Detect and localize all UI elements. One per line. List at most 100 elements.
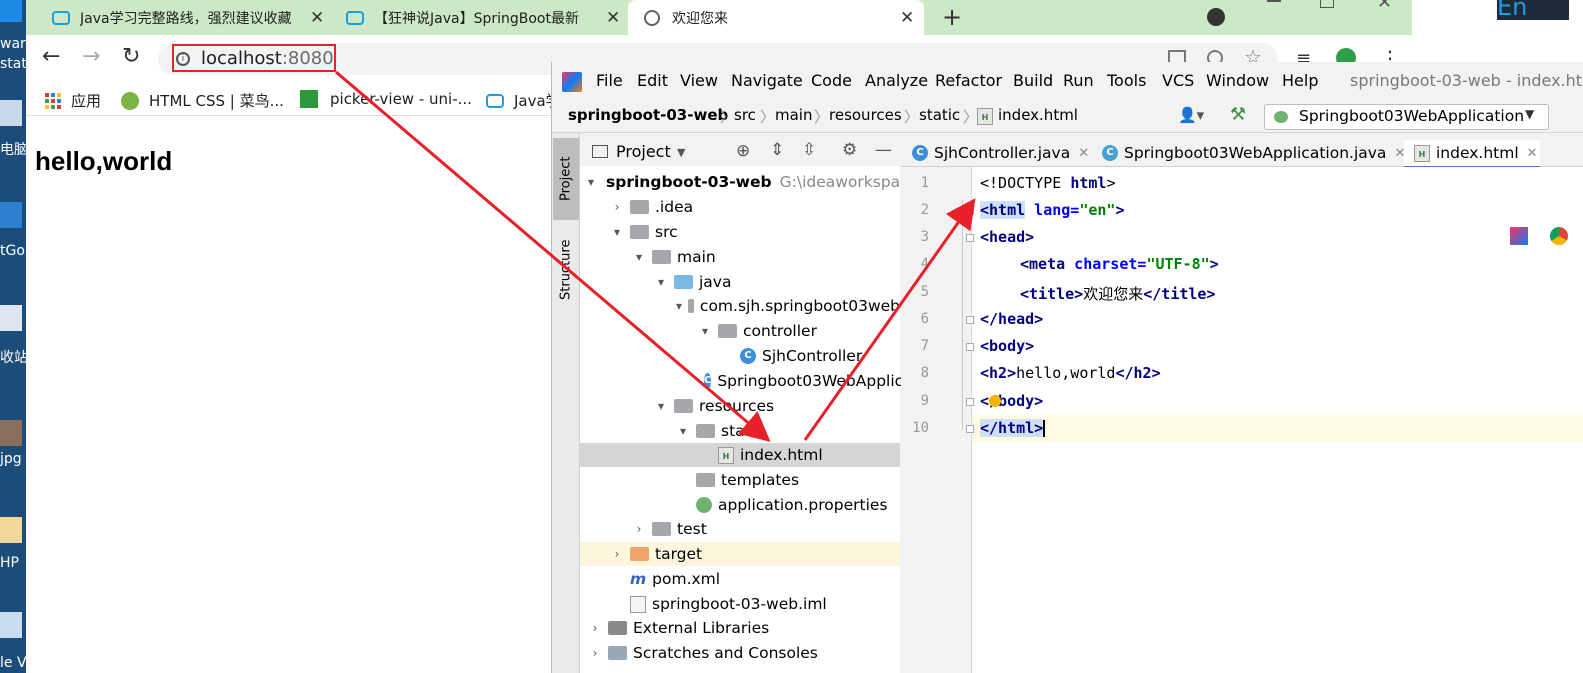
close-icon[interactable]: ✕: [606, 8, 620, 28]
breadcrumb-main[interactable]: main: [775, 106, 812, 124]
project-panel-title[interactable]: Project: [616, 142, 671, 161]
tree-item[interactable]: ▾ java: [580, 270, 900, 294]
tree-item[interactable]: Hindex.html: [580, 443, 900, 467]
breadcrumb-resources[interactable]: resources: [829, 106, 902, 124]
intellij-preview-icon[interactable]: [1510, 227, 1528, 245]
tab-search-icon[interactable]: [1207, 8, 1225, 26]
tree-item[interactable]: ▾ src: [580, 220, 900, 244]
menu-tools[interactable]: Tools: [1107, 71, 1146, 90]
image-file-icon[interactable]: [0, 420, 22, 446]
chevron-down-icon[interactable]: ▼: [1525, 107, 1534, 121]
browser-tab[interactable]: Java学习完整路线，强烈建议收藏 ✕: [52, 0, 330, 35]
fold-marker[interactable]: [966, 207, 974, 215]
breadcrumb-static[interactable]: static: [919, 106, 960, 124]
tree-item[interactable]: m pom.xml: [580, 567, 900, 591]
maximize-icon[interactable]: [1320, 0, 1334, 8]
reload-icon[interactable]: ↻: [122, 44, 140, 69]
fold-marker[interactable]: [966, 398, 974, 406]
breadcrumb-file[interactable]: index.html: [998, 106, 1078, 124]
menu-file[interactable]: File: [596, 71, 623, 90]
tree-item[interactable]: ▾ controller: [580, 319, 900, 343]
expand-arrow-icon[interactable]: ▾: [588, 175, 594, 189]
expand-arrow-icon[interactable]: ▾: [654, 399, 668, 413]
computer-icon[interactable]: [0, 100, 22, 126]
forward-icon[interactable]: →: [82, 44, 100, 69]
tree-item[interactable]: springboot-03-web.iml: [580, 592, 900, 616]
menu-analyze[interactable]: Analyze: [865, 71, 928, 90]
recycle-bin-icon[interactable]: [0, 305, 22, 331]
bookmark-runoob[interactable]: HTML CSS | 菜鸟...: [121, 90, 284, 111]
chevron-down-icon[interactable]: ▼: [677, 146, 685, 159]
expand-arrow-icon[interactable]: ›: [588, 646, 602, 660]
close-icon[interactable]: ✕: [1527, 146, 1538, 161]
tree-item[interactable]: › test: [580, 517, 900, 541]
minimize-icon[interactable]: [1267, 0, 1281, 2]
fold-marker[interactable]: [966, 343, 974, 351]
expand-arrow-icon[interactable]: ▾: [676, 424, 690, 438]
expand-arrow-icon[interactable]: ▾: [632, 250, 646, 264]
tree-item[interactable]: › target: [580, 542, 900, 566]
box-app-icon[interactable]: [0, 612, 22, 638]
expand-arrow-icon[interactable]: ▾: [654, 275, 668, 289]
fold-marker[interactable]: [966, 316, 974, 324]
bookmark-java[interactable]: Java学: [486, 90, 561, 111]
bookmark-uniapp[interactable]: picker-view - uni-...: [300, 90, 472, 108]
expand-arrow-icon[interactable]: ›: [610, 200, 624, 214]
menu-navigate[interactable]: Navigate: [731, 71, 803, 90]
expand-arrow-icon[interactable]: ›: [610, 547, 624, 561]
editor-tab-active[interactable]: H index.html ✕: [1404, 140, 1540, 169]
expand-arrow-icon[interactable]: ›: [588, 621, 602, 635]
close-icon[interactable]: ✕: [1078, 146, 1089, 161]
close-icon[interactable]: ✕: [310, 8, 324, 28]
expand-arrow-icon[interactable]: ›: [632, 522, 646, 536]
hide-panel-icon[interactable]: —: [875, 140, 892, 160]
new-tab-button[interactable]: +: [942, 3, 962, 31]
tree-item[interactable]: application.properties: [580, 493, 900, 517]
close-icon[interactable]: ✕: [900, 8, 914, 28]
window-close-icon[interactable]: ✕: [1377, 0, 1392, 13]
menu-refactor[interactable]: Refactor: [935, 71, 1002, 90]
tree-item[interactable]: ▾ springboot-03-web G:\ideaworkspace: [580, 170, 918, 194]
menu-build[interactable]: Build: [1013, 71, 1053, 90]
tree-item[interactable]: ▾ main: [580, 245, 900, 269]
tree-item[interactable]: C Springboot03WebApplication: [580, 369, 942, 393]
chrome-preview-icon[interactable]: [1550, 227, 1568, 245]
editor-tab[interactable]: C SjhController.java ✕: [912, 140, 1089, 166]
breadcrumb-src[interactable]: src: [734, 106, 756, 124]
browser-tab-active[interactable]: 欢迎您来 ✕: [628, 0, 924, 35]
tree-item[interactable]: › External Libraries: [580, 616, 900, 640]
tree-item[interactable]: ▾ static: [580, 419, 900, 443]
tree-item[interactable]: ▾ resources: [580, 394, 900, 418]
gear-icon[interactable]: ⚙: [842, 140, 857, 160]
tree-item[interactable]: › .idea: [580, 195, 900, 219]
side-tab-project[interactable]: Project: [553, 138, 579, 220]
breadcrumb-project[interactable]: springboot-03-web: [568, 106, 728, 124]
fold-marker[interactable]: [966, 234, 974, 242]
expand-arrow-icon[interactable]: ▾: [610, 225, 624, 239]
expand-arrow-icon[interactable]: ▾: [676, 299, 682, 313]
browser-tab[interactable]: 【狂神说Java】SpringBoot最新 ✕: [346, 0, 624, 35]
menu-help[interactable]: Help: [1282, 71, 1318, 90]
back-icon[interactable]: ←: [42, 44, 60, 69]
locate-icon[interactable]: ⊕: [736, 141, 750, 161]
tree-item[interactable]: ▾ com.sjh.springboot03web: [580, 294, 900, 318]
expand-arrow-icon[interactable]: ▾: [698, 324, 712, 338]
app-icon[interactable]: [0, 202, 22, 228]
intention-bulb-icon[interactable]: [989, 395, 1001, 407]
editor-tab[interactable]: C Springboot03WebApplication.java ✕: [1102, 140, 1405, 166]
side-tab-structure[interactable]: Structure: [553, 228, 579, 312]
menu-window[interactable]: Window: [1206, 71, 1269, 90]
bookmark-apps[interactable]: 应用: [45, 90, 101, 111]
desktop-app-icon[interactable]: [0, 0, 22, 22]
menu-edit[interactable]: Edit: [637, 71, 668, 90]
menu-view[interactable]: View: [680, 71, 718, 90]
collapse-all-icon[interactable]: ⇳: [802, 140, 816, 160]
menu-code[interactable]: Code: [811, 71, 852, 90]
folder-icon[interactable]: [0, 517, 22, 543]
user-dropdown-icon[interactable]: 👤▾: [1178, 106, 1204, 124]
menu-run[interactable]: Run: [1063, 71, 1094, 90]
fold-marker[interactable]: [966, 425, 974, 433]
tree-item[interactable]: templates: [580, 468, 900, 492]
expand-all-icon[interactable]: ⇕: [770, 140, 784, 160]
menu-vcs[interactable]: VCS: [1162, 71, 1194, 90]
